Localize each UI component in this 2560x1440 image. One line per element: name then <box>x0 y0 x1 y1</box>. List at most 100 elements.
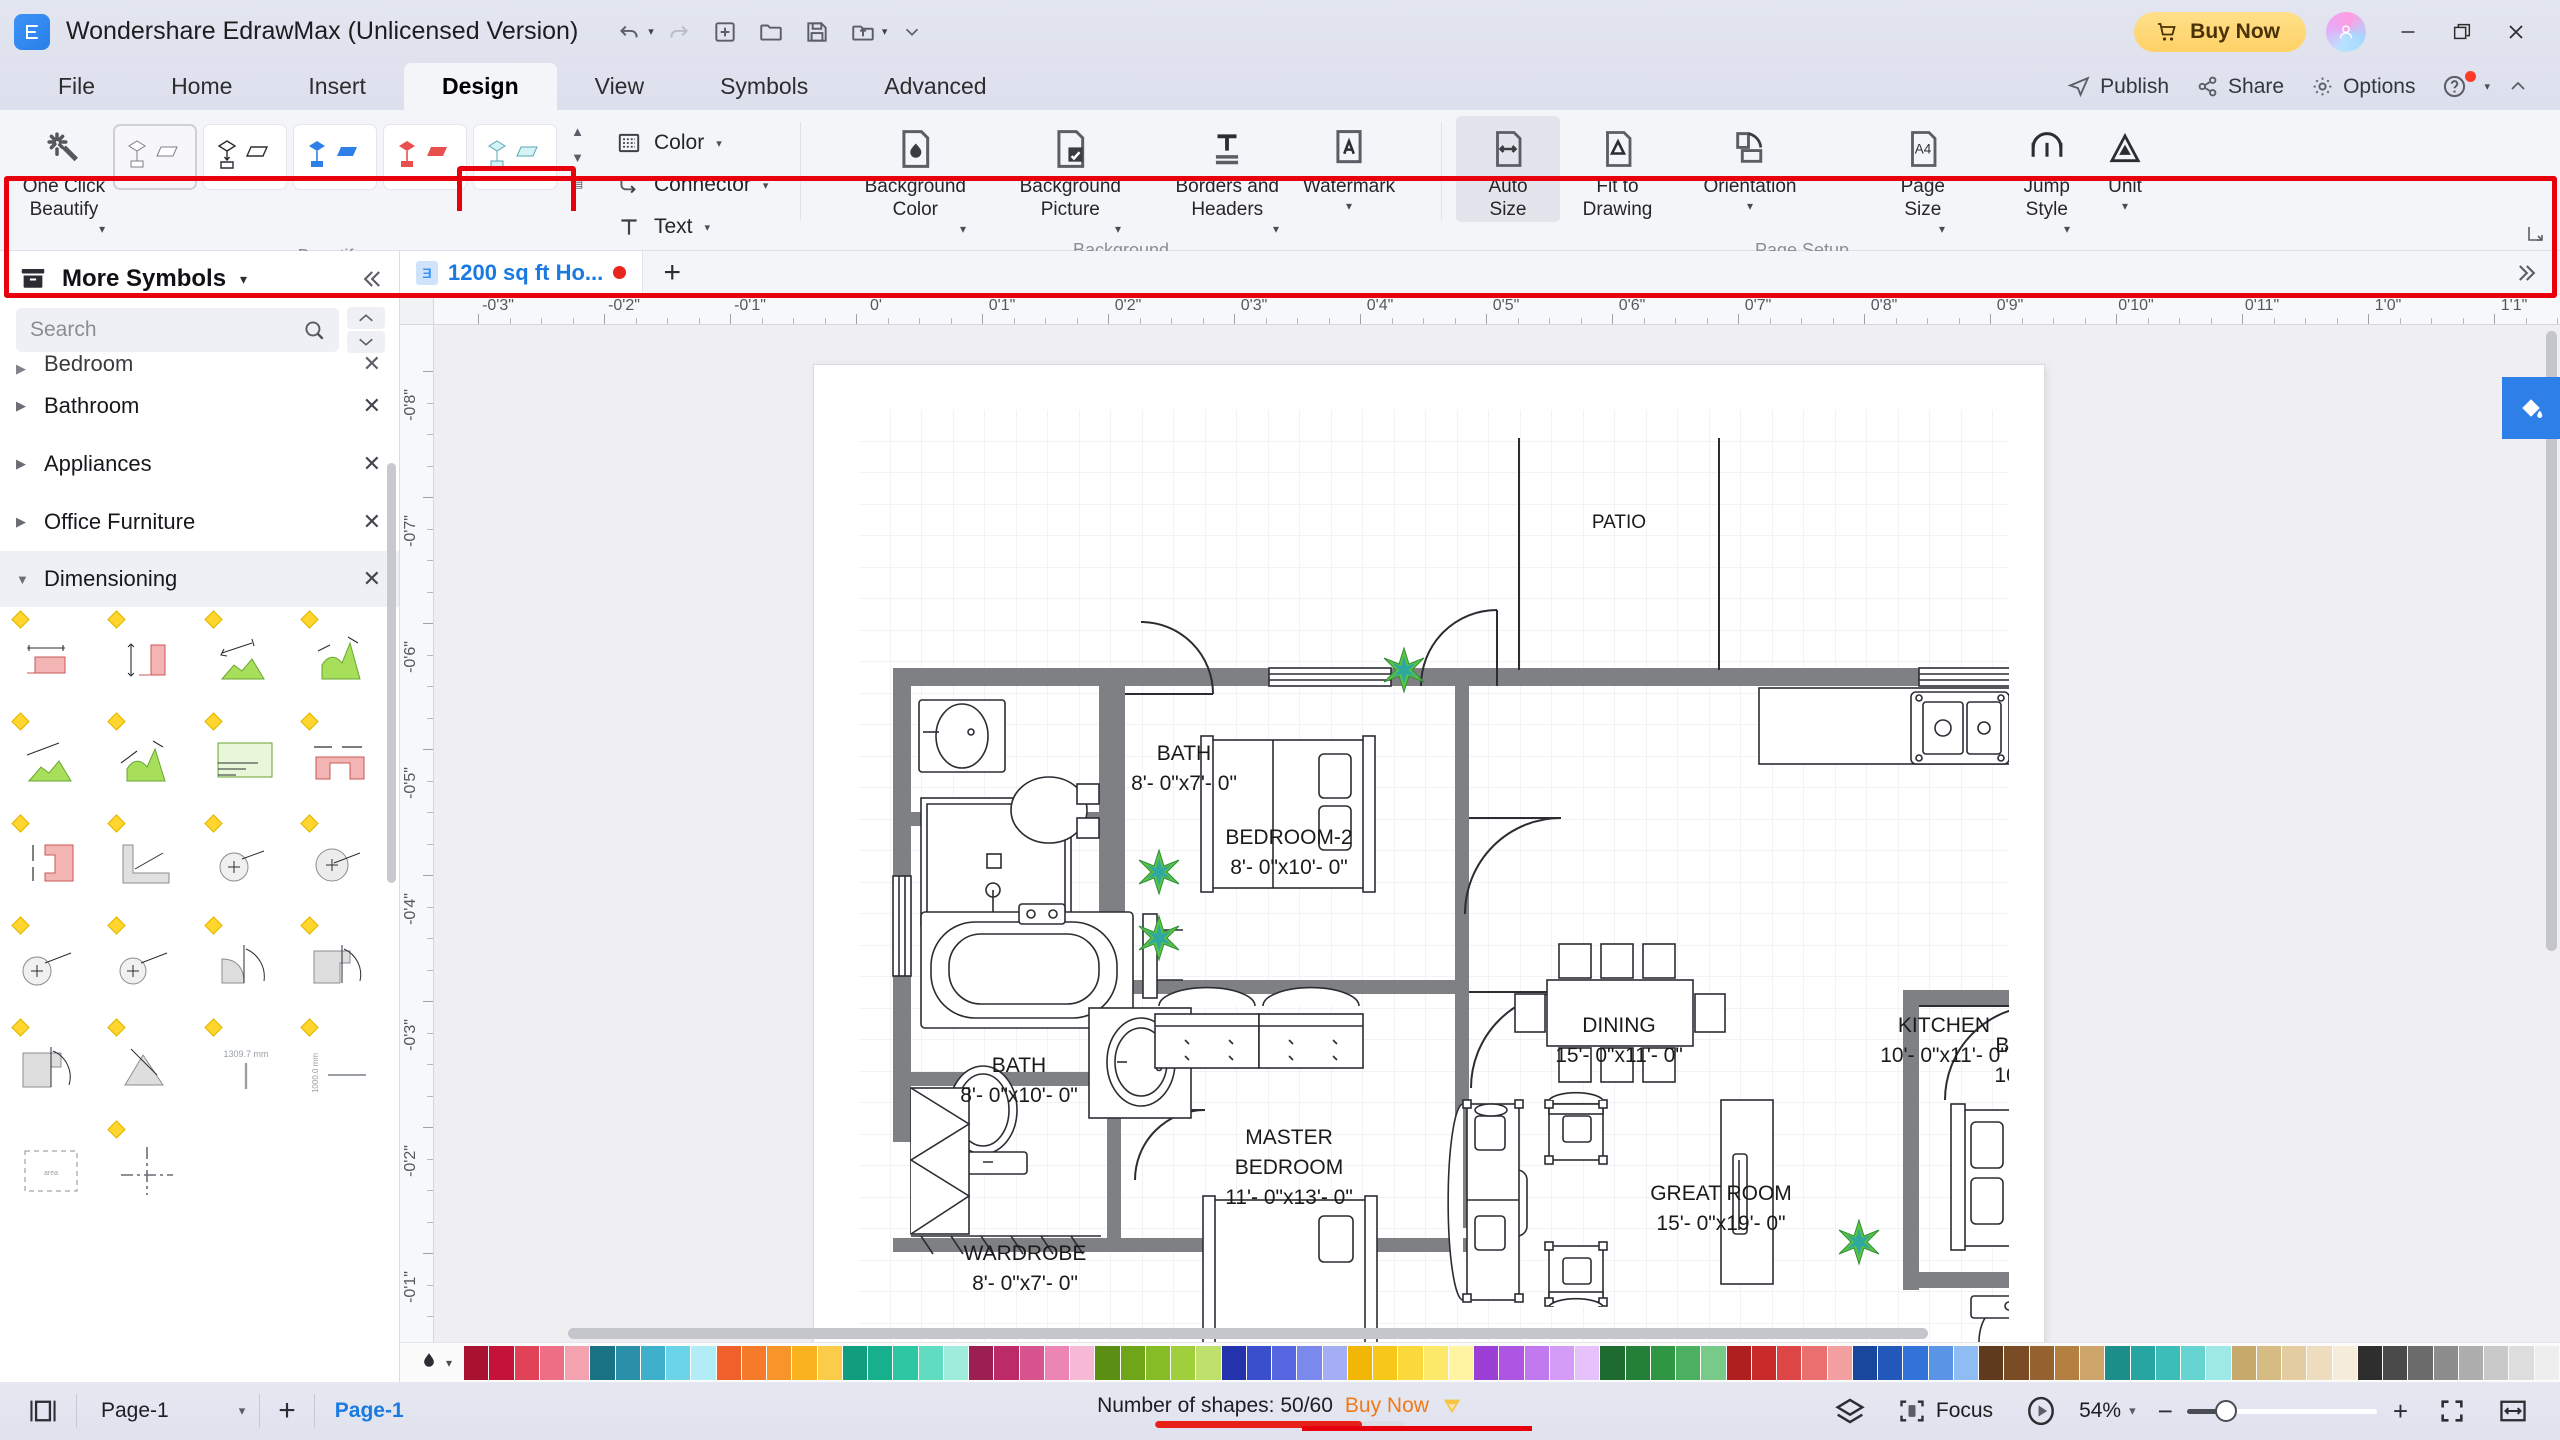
color-swatch[interactable] <box>666 1345 691 1380</box>
jump-style-dropdown-icon[interactable]: ▾ <box>2064 222 2070 236</box>
connector-dropdown-icon[interactable]: ▾ <box>763 179 769 192</box>
gallery-more-icon[interactable]: ▤ <box>567 175 588 190</box>
color-swatch[interactable] <box>2004 1345 2029 1380</box>
vertical-ruler[interactable]: -0'8" -0'7" -0'6" -0'5" -0'4" -0'3" -0'2" -0'1"… <box>400 325 434 1342</box>
one-click-beautify-dropdown-icon[interactable]: ▾ <box>99 222 105 236</box>
color-swatch[interactable] <box>1549 1345 1575 1380</box>
canvas-horizontal-scrollbar[interactable] <box>438 1328 2540 1339</box>
zoom-slider-knob[interactable] <box>2214 1400 2237 1422</box>
color-swatch[interactable] <box>489 1345 514 1380</box>
chevron-down-icon[interactable] <box>891 11 933 53</box>
tab-design[interactable]: Design <box>403 63 557 110</box>
color-swatch[interactable] <box>2206 1345 2231 1380</box>
color-swatch[interactable] <box>2332 1345 2357 1380</box>
symbol-item[interactable] <box>295 610 389 711</box>
watermark-dropdown-icon[interactable]: ▾ <box>1346 199 1352 213</box>
symbol-item[interactable] <box>102 712 196 813</box>
unit-button[interactable]: Unit ▾ <box>2070 116 2180 213</box>
color-swatch[interactable] <box>1347 1345 1373 1380</box>
color-swatch[interactable] <box>943 1345 969 1380</box>
close-icon[interactable]: ✕ <box>363 393 381 419</box>
export-dropdown-icon[interactable]: ▾ <box>882 25 888 38</box>
close-icon[interactable]: ✕ <box>363 566 381 592</box>
buy-now-button[interactable]: Buy Now <box>2134 11 2306 52</box>
zoom-out-button[interactable]: − <box>2148 1396 2183 1427</box>
tab-file[interactable]: File <box>20 63 133 110</box>
plus-box-icon[interactable] <box>704 11 746 53</box>
color-swatch[interactable] <box>1979 1345 2004 1380</box>
color-swatch[interactable] <box>2282 1345 2307 1380</box>
fill-color-picker[interactable]: ▾ <box>406 1350 464 1376</box>
auto-size-button[interactable]: Auto Size <box>1456 116 1560 222</box>
color-swatch[interactable] <box>2130 1345 2155 1380</box>
color-swatch[interactable] <box>1221 1345 1246 1380</box>
undo-dropdown-icon[interactable]: ▾ <box>648 25 654 38</box>
search-prev-icon[interactable] <box>347 307 385 329</box>
background-picture-button[interactable]: Background Picture ▾ <box>966 116 1121 240</box>
color-swatch[interactable] <box>2509 1345 2534 1380</box>
status-buy-now-link[interactable]: Buy Now <box>1345 1394 1429 1418</box>
symbol-item[interactable] <box>6 1018 100 1119</box>
color-swatch[interactable] <box>842 1345 868 1380</box>
color-swatch[interactable] <box>741 1345 767 1380</box>
tab-symbols[interactable]: Symbols <box>682 63 846 110</box>
color-swatch[interactable] <box>792 1345 817 1380</box>
search-input[interactable] <box>30 318 301 342</box>
color-swatch[interactable] <box>1499 1345 1524 1380</box>
chevron-double-right-icon[interactable] <box>2514 251 2560 294</box>
color-dropdown-icon[interactable]: ▾ <box>716 137 722 150</box>
color-swatch[interactable] <box>1474 1345 1499 1380</box>
symbol-item[interactable] <box>295 916 389 1017</box>
symbol-panel-scrollbar[interactable] <box>387 463 396 883</box>
jump-style-button[interactable]: Jump Style ▾ <box>1945 116 2070 240</box>
avatar[interactable] <box>2326 11 2366 52</box>
zoom-in-button[interactable]: + <box>2381 1396 2420 1427</box>
color-swatch[interactable] <box>1953 1345 1979 1380</box>
orientation-dropdown-icon[interactable]: ▾ <box>1747 199 1753 213</box>
color-swatch[interactable] <box>565 1345 590 1380</box>
page-size-button[interactable]: A4 Page Size ▾ <box>1825 116 1945 240</box>
minimize-button[interactable] <box>2382 7 2434 57</box>
color-swatch[interactable] <box>2433 1345 2458 1380</box>
orientation-button[interactable]: Orientation ▾ <box>1675 116 1825 213</box>
beautify-style-1[interactable] <box>113 124 198 190</box>
color-swatch[interactable] <box>691 1345 716 1380</box>
color-swatch[interactable] <box>2256 1345 2282 1380</box>
color-swatch[interactable] <box>2458 1345 2484 1380</box>
color-swatch[interactable] <box>1322 1345 1347 1380</box>
floorplan-drawing[interactable]: PATIO BATH 8'- 0"x7'- 0" BEDROOM-2 8'- 0… <box>859 410 2009 1342</box>
color-swatch[interactable] <box>1423 1345 1448 1380</box>
color-swatch[interactable] <box>767 1345 792 1380</box>
layers-icon[interactable] <box>1820 1389 1880 1433</box>
color-swatch[interactable] <box>1272 1345 1297 1380</box>
color-swatch-list[interactable] <box>464 1345 2560 1380</box>
text-dropdown-icon[interactable]: ▾ <box>705 221 711 234</box>
hscroll-thumb[interactable] <box>568 1328 1928 1339</box>
color-swatch[interactable] <box>969 1345 994 1380</box>
gallery-down-icon[interactable]: ▼ <box>567 150 588 165</box>
color-swatch[interactable] <box>2383 1345 2408 1380</box>
color-swatch[interactable] <box>1878 1345 1903 1380</box>
color-swatch[interactable] <box>893 1345 918 1380</box>
color-swatch[interactable] <box>2029 1345 2054 1380</box>
symbol-item[interactable] <box>199 916 293 1017</box>
zoom-dropdown-icon[interactable]: ▾ <box>2129 1403 2144 1419</box>
close-icon[interactable]: ✕ <box>363 451 381 477</box>
fill-color-dropdown-icon[interactable]: ▾ <box>446 1356 452 1370</box>
presentation-button[interactable] <box>2011 1389 2071 1433</box>
symbol-item[interactable] <box>102 610 196 711</box>
symbol-item[interactable] <box>295 814 389 915</box>
color-swatch[interactable] <box>2181 1345 2206 1380</box>
symbol-item[interactable] <box>102 916 196 1017</box>
color-swatch[interactable] <box>2080 1345 2105 1380</box>
color-swatch[interactable] <box>1802 1345 1827 1380</box>
unit-dropdown-icon[interactable]: ▾ <box>2122 199 2128 213</box>
symbol-item[interactable]: 1309.7 mm <box>199 1018 293 1119</box>
publish-button[interactable]: Publish <box>2057 70 2179 103</box>
canvas-vertical-scrollbar[interactable] <box>2546 331 2557 1324</box>
symbol-item[interactable] <box>6 916 100 1017</box>
help-button[interactable] <box>2431 69 2478 104</box>
beautify-style-5[interactable] <box>473 124 558 190</box>
color-swatch[interactable] <box>2231 1345 2256 1380</box>
options-button[interactable]: Options <box>2300 70 2425 103</box>
